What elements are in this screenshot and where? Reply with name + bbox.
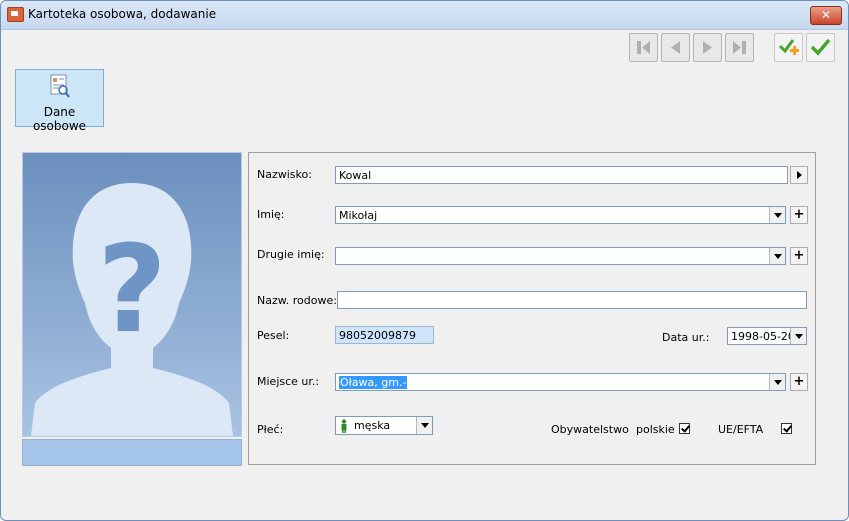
nazw-rodowe-label: Nazw. rodowe: xyxy=(257,294,337,307)
miejsce-ur-value: Oława, gm.- xyxy=(339,376,408,389)
app-icon xyxy=(7,7,24,22)
personal-data-icon xyxy=(50,74,70,98)
imie-label: Imię: xyxy=(257,208,285,221)
pesel-label: Pesel: xyxy=(257,329,290,342)
data-ur-label: Data ur.: xyxy=(662,331,710,344)
chevron-down-icon[interactable] xyxy=(769,374,785,390)
obywatelstwo-label: Obywatelstwo xyxy=(551,423,629,436)
chevron-down-icon[interactable] xyxy=(790,328,806,344)
tab-dane-osobowe[interactable]: Dane osobowe xyxy=(15,69,104,133)
miejsce-ur-combo[interactable]: Oława, gm.- xyxy=(335,373,786,391)
data-ur-value: 1998-05-20 xyxy=(731,330,795,343)
save-and-add-icon xyxy=(778,39,799,55)
tab-label: Dane osobowe xyxy=(32,105,87,133)
plec-label: Płeć: xyxy=(257,423,284,436)
miejsce-ur-label: Miejsce ur.: xyxy=(257,375,320,388)
photo-panel[interactable]: ? xyxy=(22,152,242,437)
chevron-down-icon[interactable] xyxy=(769,248,785,264)
polskie-checkbox[interactable] xyxy=(679,423,690,434)
drugie-imie-label: Drugie imię: xyxy=(257,248,325,261)
nazw-rodowe-field[interactable] xyxy=(337,291,807,309)
previous-record-icon xyxy=(671,41,680,54)
window-title: Kartoteka osobowa, dodawanie xyxy=(28,7,217,21)
nazwisko-label: Nazwisko: xyxy=(257,168,312,181)
male-person-icon xyxy=(341,419,347,433)
data-ur-picker[interactable]: 1998-05-20 xyxy=(727,327,807,345)
unknown-person-icon: ? xyxy=(23,153,241,436)
next-record-button[interactable] xyxy=(693,33,722,62)
nazwisko-field[interactable]: Kowal xyxy=(335,166,788,184)
plec-combo[interactable]: męska xyxy=(335,416,433,435)
save-button[interactable] xyxy=(806,33,835,62)
polskie-label: polskie xyxy=(636,423,675,436)
save-checkmark-icon xyxy=(810,38,831,56)
save-and-add-button[interactable] xyxy=(774,33,803,62)
chevron-down-icon[interactable] xyxy=(416,417,432,434)
arrow-right-icon xyxy=(797,171,802,179)
first-record-button[interactable] xyxy=(629,33,658,62)
question-mark: ? xyxy=(97,221,167,360)
ue-efta-checkbox[interactable] xyxy=(781,423,792,434)
photo-caption-bar xyxy=(22,439,242,466)
previous-record-button[interactable] xyxy=(661,33,690,62)
pesel-field[interactable]: 98052009879 xyxy=(335,326,434,344)
close-button[interactable]: ✕ xyxy=(810,6,842,25)
chevron-down-icon[interactable] xyxy=(769,207,785,223)
title-bar: Kartoteka osobowa, dodawanie ✕ xyxy=(1,1,848,30)
miejsce-ur-add-button[interactable]: + xyxy=(790,373,808,391)
first-record-icon xyxy=(637,41,650,54)
imie-add-button[interactable]: + xyxy=(790,206,808,224)
imie-value: Mikołaj xyxy=(339,209,378,222)
last-record-button[interactable] xyxy=(725,33,754,62)
ue-efta-label: UE/EFTA xyxy=(718,423,764,436)
next-record-icon xyxy=(703,41,712,54)
drugie-imie-add-button[interactable]: + xyxy=(790,247,808,265)
nazwisko-expand-button[interactable] xyxy=(790,166,808,184)
last-record-icon xyxy=(733,41,746,54)
plec-value: męska xyxy=(354,419,391,432)
imie-combo[interactable]: Mikołaj xyxy=(335,206,786,224)
drugie-imie-combo[interactable] xyxy=(335,247,786,265)
